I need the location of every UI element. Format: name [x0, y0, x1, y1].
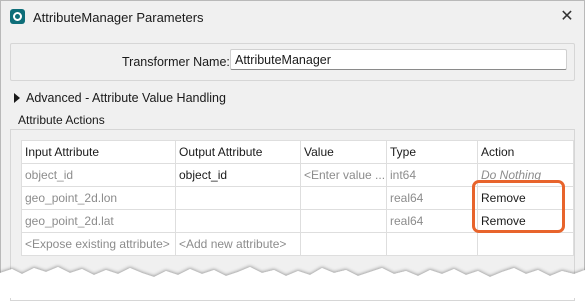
window-title: AttributeManager Parameters [33, 10, 204, 25]
value-cell[interactable] [300, 232, 387, 256]
advanced-section-label: Advanced - Attribute Value Handling [26, 91, 226, 105]
transformer-name-label: Transformer Name: [122, 55, 230, 69]
input-attribute-cell[interactable]: geo_point_2d.lat [21, 209, 176, 233]
column-header-type[interactable]: Type [386, 140, 478, 164]
table-row[interactable]: <Expose existing attribute> <Add new att… [21, 232, 574, 256]
type-cell[interactable]: int64 [386, 163, 478, 187]
output-attribute-cell[interactable] [175, 209, 301, 233]
app-icon [10, 9, 25, 24]
dialog-window: AttributeManager Parameters ✕ Transforme… [0, 0, 585, 301]
value-cell[interactable] [300, 186, 387, 210]
remove-highlight-annotation [472, 180, 565, 233]
title-bar: AttributeManager Parameters ✕ [1, 1, 584, 34]
column-header-value[interactable]: Value [300, 140, 387, 164]
transformer-name-input[interactable] [230, 49, 567, 70]
column-header-output[interactable]: Output Attribute [175, 140, 301, 164]
column-header-input[interactable]: Input Attribute [21, 140, 176, 164]
value-cell[interactable] [300, 209, 387, 233]
output-attribute-cell[interactable]: object_id [175, 163, 301, 187]
advanced-section-toggle[interactable]: Advanced - Attribute Value Handling [14, 91, 226, 105]
column-header-action[interactable]: Action [477, 140, 574, 164]
input-attribute-cell[interactable]: geo_point_2d.lon [21, 186, 176, 210]
add-attribute-cell[interactable]: <Add new attribute> [175, 232, 301, 256]
type-cell[interactable]: real64 [386, 209, 478, 233]
attribute-actions-label: Attribute Actions [18, 113, 105, 127]
value-cell[interactable]: <Enter value ... [300, 163, 387, 187]
table-header-row: Input Attribute Output Attribute Value T… [21, 140, 574, 164]
action-cell[interactable] [477, 232, 574, 256]
close-button[interactable]: ✕ [557, 7, 577, 27]
type-cell[interactable] [386, 232, 478, 256]
type-cell[interactable]: real64 [386, 186, 478, 210]
expand-triangle-icon [14, 93, 20, 103]
expose-attribute-cell[interactable]: <Expose existing attribute> [21, 232, 176, 256]
input-attribute-cell[interactable]: object_id [21, 163, 176, 187]
torn-edge-effect [0, 267, 585, 298]
output-attribute-cell[interactable] [175, 186, 301, 210]
